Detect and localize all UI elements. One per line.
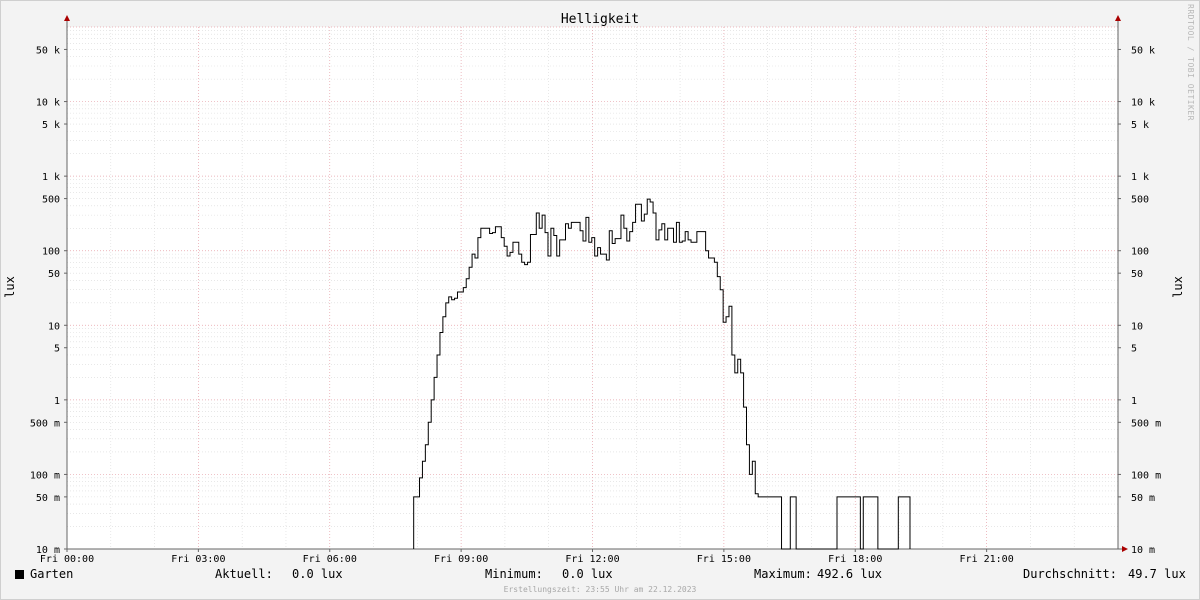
rrdtool-watermark: RRDTOOL / TOBI OETIKER (1186, 4, 1195, 121)
average-label: Durchschnitt: (1023, 567, 1117, 581)
y-tick-label-left: 500 (42, 195, 60, 206)
y-tick-label-right: 10 (1131, 321, 1143, 332)
y-tick-label-right: 500 m (1131, 418, 1161, 429)
y-tick-label-right: 50 (1131, 269, 1143, 280)
y-axis-label-left: lux (3, 276, 17, 298)
maximum-label: Maximum: (754, 567, 812, 581)
minimum-value: 0.0 lux (562, 567, 613, 581)
creation-time-footer: Erstellungszeit: 23:55 Uhr am 22.12.2023 (503, 585, 697, 594)
y-axis-label-right: lux (1171, 276, 1185, 298)
y-tick-label-right: 50 m (1131, 493, 1155, 504)
y-tick-label-left: 1 k (42, 172, 60, 183)
x-tick-label: Fri 15:00 (697, 554, 751, 565)
y-tick-label-left: 10 (48, 321, 60, 332)
y-tick-label-right: 50 k (1131, 45, 1155, 56)
current-label: Aktuell: (215, 567, 273, 581)
y-tick-label-left: 5 k (42, 120, 60, 131)
minimum-label: Minimum: (485, 567, 543, 581)
y-tick-label-right: 5 (1131, 344, 1137, 355)
y-tick-label-right: 100 (1131, 247, 1149, 258)
maximum-value: 492.6 lux (817, 567, 883, 581)
y-axis-arrow-right (1115, 15, 1121, 21)
y-tick-label-left: 50 m (36, 493, 60, 504)
y-tick-label-right: 500 (1131, 195, 1149, 206)
y-tick-label-right: 10 k (1131, 98, 1155, 109)
x-tick-label: Fri 12:00 (565, 554, 619, 565)
brightness-chart: 10 m 10 m50 m 50 m100 m 100 m500 m 500 m1 15 5… (3, 12, 1185, 565)
y-tick-label-right: 5 k (1131, 120, 1149, 131)
x-axis-arrow (1122, 546, 1128, 552)
y-axis-arrow-left (64, 15, 70, 21)
x-tick-label: Fri 18:00 (828, 554, 882, 565)
x-tick-label: Fri 21:00 (960, 554, 1014, 565)
legend-swatch (15, 570, 24, 579)
x-tick-label: Fri 00:00 (40, 554, 94, 565)
y-tick-label-left: 100 m (30, 470, 60, 481)
current-value: 0.0 lux (292, 567, 343, 581)
y-tick-label-right: 1 k (1131, 172, 1149, 183)
y-tick-label-left: 50 (48, 269, 60, 280)
y-tick-label-right: 1 (1131, 396, 1137, 407)
y-tick-label-right: 100 m (1131, 470, 1161, 481)
x-tick-label: Fri 09:00 (434, 554, 488, 565)
legend: Garten Aktuell: 0.0 lux Minimum: 0.0 lux… (0, 567, 1200, 583)
y-tick-label-right: 10 m (1131, 545, 1155, 556)
y-tick-label-left: 100 (42, 247, 60, 258)
y-tick-label-left: 50 k (36, 45, 60, 56)
y-tick-label-left: 10 k (36, 98, 60, 109)
y-tick-label-left: 500 m (30, 418, 60, 429)
x-tick-label: Fri 03:00 (171, 554, 225, 565)
average-value: 49.7 lux (1128, 567, 1186, 581)
y-tick-label-left: 1 (54, 396, 60, 407)
legend-series-name: Garten (30, 567, 74, 581)
x-tick-label: Fri 06:00 (303, 554, 357, 565)
y-tick-label-left: 5 (54, 344, 60, 355)
chart-title: Helligkeit (561, 12, 639, 27)
